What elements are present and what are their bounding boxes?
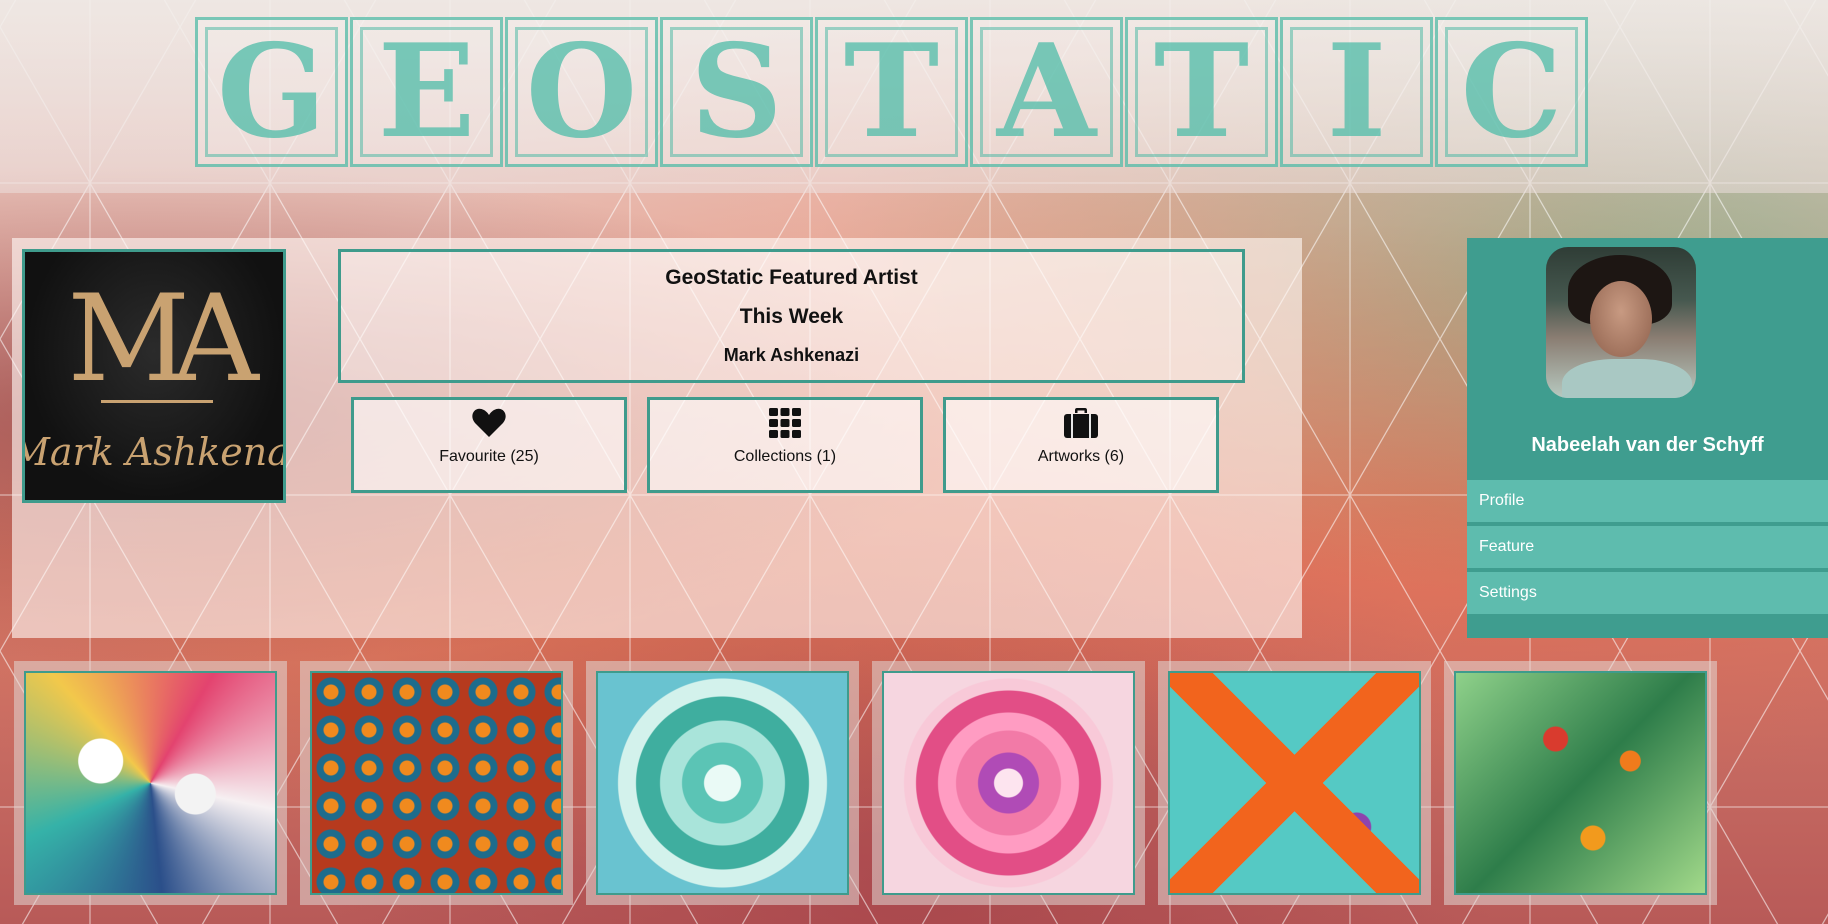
gallery-item[interactable] [300,661,573,905]
logo-letter: T [1153,17,1250,167]
user-name: Nabeelah van der Schyff [1531,434,1764,456]
avatar-face [1590,281,1652,357]
gallery-item[interactable] [1444,661,1717,905]
artwork-mandala-teal [596,671,849,895]
menu-item-profile[interactable]: Profile [1467,480,1828,522]
menu-item-settings[interactable]: Settings [1467,572,1828,614]
logo-tile: O [505,17,658,167]
grid-icon [769,408,801,438]
heart-icon [472,408,506,437]
gallery-item[interactable] [1158,661,1431,905]
logo-letter: E [377,17,476,167]
featured-artist-name[interactable]: Mark Ashkenazi [341,345,1242,366]
artwork-mosaic-orange [310,671,563,895]
logo-tile: T [1125,17,1278,167]
logo-tile: T [815,17,968,167]
logo-tile: G [195,17,348,167]
geostatic-logo[interactable]: G E O S T A T I C [195,17,1588,173]
monogram-bar [101,400,213,403]
featured-artist-box: GeoStatic Featured Artist This Week Mark… [338,249,1245,383]
artwork-floral-geometric [24,671,277,895]
logo-letter: S [690,17,783,167]
logo-letter: A [996,17,1097,167]
logo-tile: S [660,17,813,167]
favourite-label: Favourite (25) [439,448,539,465]
avatar-body [1562,359,1692,398]
user-panel: Nabeelah van der Schyff Profile Feature … [1467,238,1828,638]
artist-monogram: MA [67,270,259,409]
featured-period: This Week [739,305,844,328]
logo-letter: G [216,17,327,167]
artwork-mandala-pink [882,671,1135,895]
artworks-label: Artworks (6) [1037,448,1125,465]
featured-title: GeoStatic Featured Artist [665,266,918,289]
user-menu: Profile Feature Settings [1467,480,1828,618]
artwork-tropical-fruit [1454,671,1707,895]
logo-tile: A [970,17,1123,167]
avatar[interactable] [1546,247,1696,398]
artwork-tropical-diamond [1168,671,1421,895]
artworks-button[interactable]: Artworks (6) [943,397,1219,493]
logo-tile: C [1435,17,1588,167]
logo-tile: I [1280,17,1433,167]
briefcase-icon [1064,408,1098,438]
logo-letter: I [1326,17,1387,167]
artist-logo-image[interactable]: MA Mark Ashkenazi A [22,249,286,503]
gallery-item[interactable] [14,661,287,905]
logo-tile: E [350,17,503,167]
gallery-item[interactable] [586,661,859,905]
menu-item-feature[interactable]: Feature [1467,526,1828,568]
logo-letter: C [1460,17,1563,167]
favourite-button[interactable]: Favourite (25) [351,397,627,493]
gallery-item[interactable] [872,661,1145,905]
logo-letter: O [525,17,638,167]
collections-button[interactable]: Collections (1) [647,397,923,493]
collections-label: Collections (1) [733,448,837,465]
artist-logo-signature: Mark Ashkenazi A [25,430,283,474]
logo-letter: T [843,17,940,167]
